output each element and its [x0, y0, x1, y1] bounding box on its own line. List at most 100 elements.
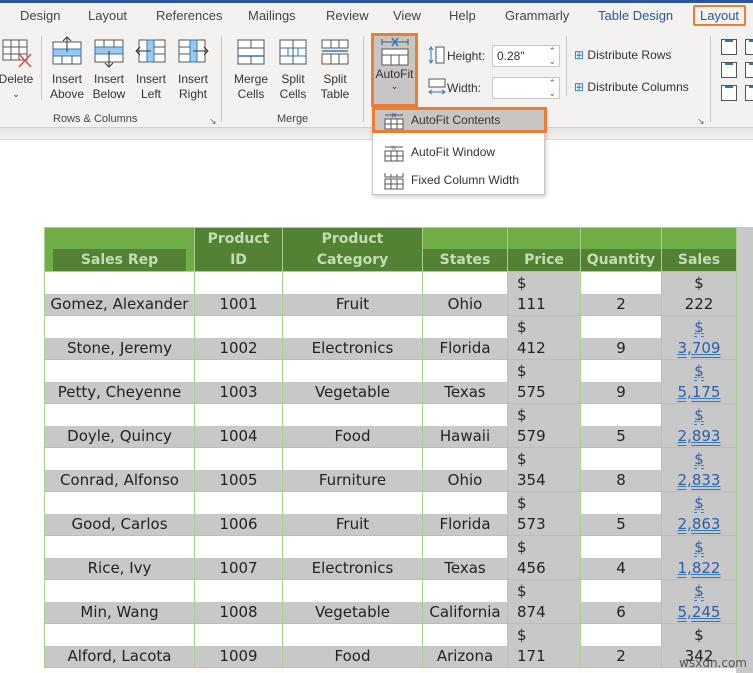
align-top-left-icon[interactable]: [721, 39, 737, 55]
cell-state[interactable]: Florida: [422, 315, 508, 360]
cell-price[interactable]: $573: [507, 491, 581, 536]
cell-sales-rep[interactable]: Petty, Cheyenne: [44, 359, 195, 404]
cell-product-id[interactable]: 1006: [194, 491, 283, 536]
tab-table-layout[interactable]: Layout: [693, 5, 747, 26]
cell-price[interactable]: $874: [507, 579, 581, 624]
width-input[interactable]: ⌃ ⌄: [492, 77, 560, 99]
merge-cells-button[interactable]: Merge Cells: [230, 36, 272, 102]
cell-product-category[interactable]: Electronics: [282, 535, 423, 580]
header-states[interactable]: States: [422, 227, 508, 272]
cell-price[interactable]: $579: [507, 403, 581, 448]
menu-item-fixed-column-width[interactable]: Fixed Column Width: [373, 167, 544, 193]
cell-quantity[interactable]: 9: [580, 359, 662, 404]
cell-sales[interactable]: $5,175: [661, 359, 737, 404]
tab-layout-page[interactable]: Layout: [88, 8, 127, 23]
cell-product-id[interactable]: 1002: [194, 315, 283, 360]
tab-help[interactable]: Help: [449, 8, 476, 23]
tab-grammarly[interactable]: Grammarly: [505, 8, 569, 23]
cell-product-category[interactable]: Electronics: [282, 315, 423, 360]
cell-product-category[interactable]: Food: [282, 623, 423, 668]
tab-view[interactable]: View: [393, 8, 421, 23]
cell-state[interactable]: Florida: [422, 491, 508, 536]
split-table-button[interactable]: Split Table: [315, 36, 355, 102]
spinner-arrows-icon[interactable]: ⌃ ⌄: [548, 46, 556, 66]
height-input[interactable]: 0.28" ⌃ ⌄: [492, 45, 560, 67]
tab-review[interactable]: Review: [326, 8, 369, 23]
spinner-arrows-icon[interactable]: ⌃ ⌄: [548, 78, 556, 98]
cell-sales[interactable]: $2,833: [661, 447, 737, 492]
cell-product-category[interactable]: Furniture: [282, 447, 423, 492]
cell-quantity[interactable]: 6: [580, 579, 662, 624]
cell-sales-rep[interactable]: Min, Wang: [44, 579, 195, 624]
distribute-columns-button[interactable]: ⊞ Distribute Columns: [574, 80, 689, 94]
cell-product-id[interactable]: 1007: [194, 535, 283, 580]
align-bottom-left-icon[interactable]: [721, 85, 737, 101]
cell-price[interactable]: $412: [507, 315, 581, 360]
cell-product-id[interactable]: 1005: [194, 447, 283, 492]
cell-product-category[interactable]: Fruit: [282, 491, 423, 536]
cell-sales-rep[interactable]: Alford, Lacota: [44, 623, 195, 668]
cell-state[interactable]: Arizona: [422, 623, 508, 668]
insert-left-button[interactable]: Insert Left: [131, 36, 171, 102]
cell-product-id[interactable]: 1003: [194, 359, 283, 404]
cell-price[interactable]: $456: [507, 535, 581, 580]
cell-price[interactable]: $171: [507, 623, 581, 668]
cell-quantity[interactable]: 2: [580, 271, 662, 316]
tab-table-design[interactable]: Table Design: [598, 8, 673, 23]
cell-sales[interactable]: $5,245: [661, 579, 737, 624]
header-price[interactable]: Price: [507, 227, 581, 272]
cell-price[interactable]: $575: [507, 359, 581, 404]
insert-below-button[interactable]: Insert Below: [89, 36, 129, 102]
cell-sales-rep[interactable]: Doyle, Quincy: [44, 403, 195, 448]
cell-product-category[interactable]: Vegetable: [282, 579, 423, 624]
cell-state[interactable]: Hawaii: [422, 403, 508, 448]
cell-sales-rep[interactable]: Gomez, Alexander: [44, 271, 195, 316]
split-cells-button[interactable]: Split Cells: [273, 36, 313, 102]
header-product-category[interactable]: Product Category: [282, 227, 423, 272]
cell-state[interactable]: Texas: [422, 359, 508, 404]
cell-sales-rep[interactable]: Good, Carlos: [44, 491, 195, 536]
tab-references[interactable]: References: [156, 8, 222, 23]
dialog-launcher-icon[interactable]: ↘: [209, 116, 217, 127]
cell-quantity[interactable]: 8: [580, 447, 662, 492]
cell-sales-rep[interactable]: Conrad, Alfonso: [44, 447, 195, 492]
cell-sales-rep[interactable]: Rice, Ivy: [44, 535, 195, 580]
cell-sales[interactable]: $222: [661, 271, 737, 316]
menu-item-autofit-window[interactable]: % AutoFit Window: [373, 139, 544, 165]
cell-state[interactable]: Texas: [422, 535, 508, 580]
cell-state[interactable]: Ohio: [422, 447, 508, 492]
cell-price[interactable]: $111: [507, 271, 581, 316]
tab-mailings[interactable]: Mailings: [248, 8, 296, 23]
header-sales[interactable]: Sales: [661, 227, 737, 272]
cell-sales[interactable]: $3,709: [661, 315, 737, 360]
delete-button[interactable]: Delete ⌄: [0, 36, 36, 102]
cell-quantity[interactable]: 2: [580, 623, 662, 668]
dialog-launcher-icon[interactable]: ↘: [697, 116, 705, 127]
align-top-center-icon[interactable]: [745, 39, 753, 55]
header-quantity[interactable]: Quantity: [580, 227, 662, 272]
autofit-button[interactable]: AutoFit ⌄: [371, 33, 418, 107]
cell-sales[interactable]: $2,893: [661, 403, 737, 448]
header-sales-rep[interactable]: Sales Rep: [44, 227, 195, 272]
cell-state[interactable]: Ohio: [422, 271, 508, 316]
cell-product-category[interactable]: Food: [282, 403, 423, 448]
cell-sales[interactable]: $1,822: [661, 535, 737, 580]
align-bottom-center-icon[interactable]: [745, 85, 753, 101]
align-middle-left-icon[interactable]: [721, 62, 737, 78]
header-product-id[interactable]: Product ID: [194, 227, 283, 272]
cell-product-id[interactable]: 1009: [194, 623, 283, 668]
insert-above-button[interactable]: Insert Above: [47, 36, 87, 102]
cell-quantity[interactable]: 5: [580, 403, 662, 448]
cell-product-id[interactable]: 1001: [194, 271, 283, 316]
align-middle-center-icon[interactable]: [745, 62, 753, 78]
distribute-rows-button[interactable]: ⊞ Distribute Rows: [574, 48, 671, 62]
cell-quantity[interactable]: 5: [580, 491, 662, 536]
cell-product-category[interactable]: Fruit: [282, 271, 423, 316]
cell-product-id[interactable]: 1004: [194, 403, 283, 448]
cell-quantity[interactable]: 9: [580, 315, 662, 360]
cell-product-id[interactable]: 1008: [194, 579, 283, 624]
insert-right-button[interactable]: Insert Right: [173, 36, 213, 102]
cell-product-category[interactable]: Vegetable: [282, 359, 423, 404]
cell-sales[interactable]: $2,863: [661, 491, 737, 536]
cell-price[interactable]: $354: [507, 447, 581, 492]
